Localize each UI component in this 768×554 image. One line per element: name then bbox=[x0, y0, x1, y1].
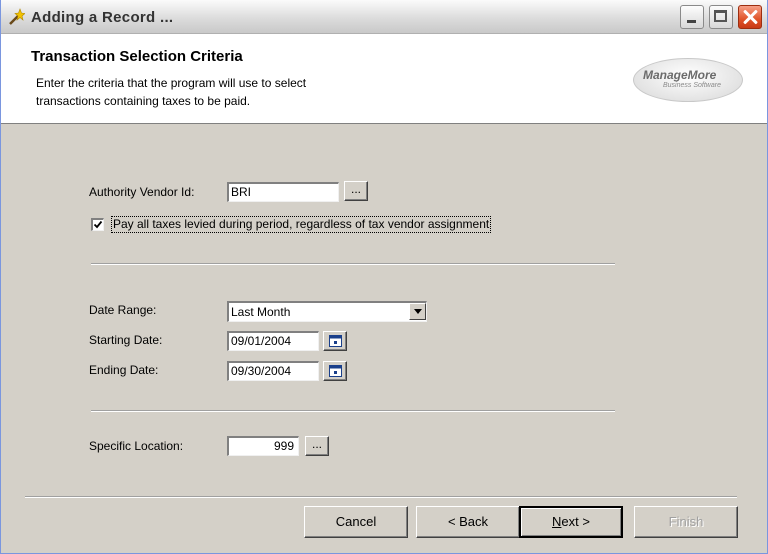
page-title: Transaction Selection Criteria bbox=[31, 48, 243, 65]
finish-button[interactable]: Finish bbox=[634, 506, 738, 538]
close-button[interactable] bbox=[738, 5, 762, 29]
ending-date-calendar-button[interactable] bbox=[323, 361, 347, 381]
logo-sub-text: Business Software bbox=[663, 82, 721, 89]
wizard-window: Adding a Record ... Transaction Selectio… bbox=[0, 0, 768, 554]
wand-icon bbox=[9, 8, 25, 25]
date-range-value: Last Month bbox=[231, 305, 291, 319]
window-title: Adding a Record ... bbox=[31, 9, 174, 26]
specific-location-label: Specific Location: bbox=[89, 439, 184, 453]
page-description: Enter the criteria that the program will… bbox=[36, 76, 307, 108]
next-button[interactable]: Next > bbox=[519, 506, 623, 538]
maximize-button[interactable] bbox=[709, 5, 733, 29]
authority-vendor-label: Authority Vendor Id: bbox=[89, 185, 195, 199]
back-button[interactable]: < Back bbox=[416, 506, 520, 538]
ending-date-label: Ending Date: bbox=[89, 363, 159, 377]
authority-vendor-browse-button[interactable]: ... bbox=[344, 181, 368, 201]
starting-date-label: Starting Date: bbox=[89, 333, 163, 347]
cancel-button[interactable]: Cancel bbox=[304, 506, 408, 538]
managemore-logo: ManageMore Business Software bbox=[633, 58, 743, 102]
separator-1 bbox=[91, 263, 615, 265]
calendar-icon bbox=[329, 335, 342, 347]
separator-2 bbox=[91, 410, 615, 412]
specific-location-input[interactable]: 999 bbox=[227, 436, 299, 456]
minimize-button[interactable] bbox=[680, 5, 704, 29]
wizard-header: Transaction Selection Criteria Enter the… bbox=[1, 34, 767, 124]
logo-main-text: ManageMore bbox=[643, 68, 717, 82]
starting-date-input[interactable]: 09/01/2004 bbox=[227, 331, 319, 351]
specific-location-browse-button[interactable]: ... bbox=[305, 436, 329, 456]
ending-date-input[interactable]: 09/30/2004 bbox=[227, 361, 319, 381]
calendar-icon bbox=[329, 365, 342, 377]
title-bar[interactable]: Adding a Record ... bbox=[1, 0, 767, 34]
authority-vendor-input[interactable]: BRI bbox=[227, 182, 339, 202]
pay-all-taxes-checkbox[interactable] bbox=[91, 218, 104, 231]
footer-separator bbox=[25, 496, 737, 498]
date-range-label: Date Range: bbox=[89, 303, 157, 317]
dropdown-arrow-icon[interactable] bbox=[409, 303, 426, 320]
date-range-select[interactable]: Last Month bbox=[227, 301, 427, 322]
starting-date-calendar-button[interactable] bbox=[323, 331, 347, 351]
pay-all-taxes-label[interactable]: Pay all taxes levied during period, rega… bbox=[111, 216, 492, 233]
check-mark-icon bbox=[93, 220, 103, 229]
